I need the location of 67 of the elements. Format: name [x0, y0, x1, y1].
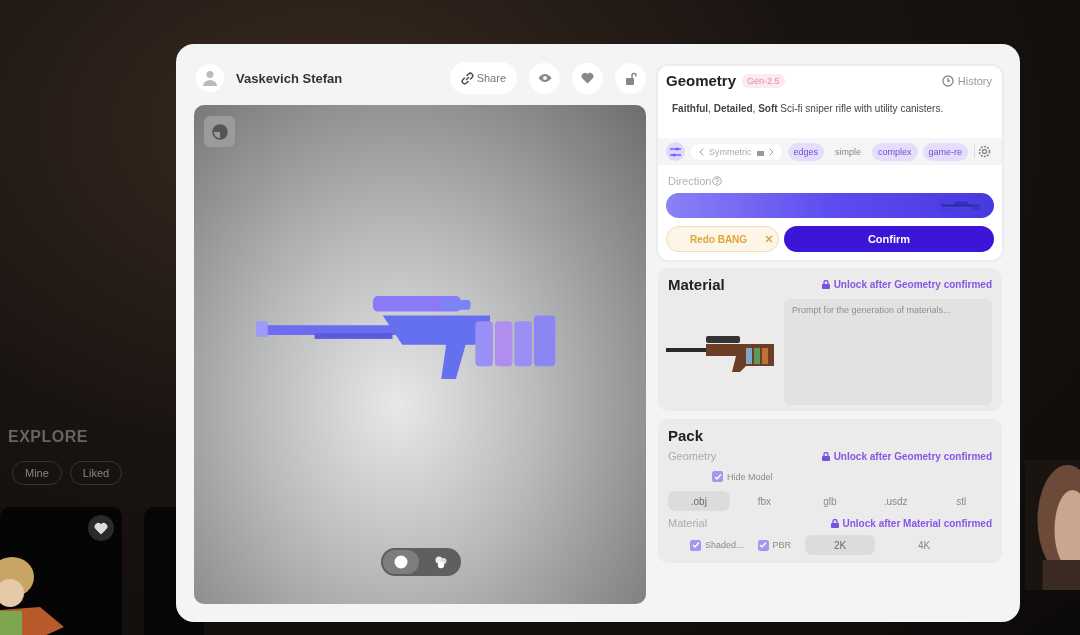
tag-chip[interactable]: edges [787, 142, 825, 161]
tag-chip[interactable]: simple [829, 142, 868, 161]
lock-icon [830, 518, 839, 528]
settings-button[interactable] [974, 145, 992, 158]
chevron-right-icon [768, 147, 774, 156]
view-button[interactable] [529, 62, 560, 94]
light-icon [394, 555, 408, 569]
heart-icon [94, 521, 108, 535]
lock-icon [821, 280, 830, 289]
section-title: Material [668, 276, 725, 293]
settings-icon [978, 145, 992, 158]
prompt-text[interactable]: Faithful, Detailed, Soft Sci-fi sniper rifle with utility canisters. [666, 89, 994, 136]
unlock-icon [624, 71, 637, 85]
field-label: Direction [668, 175, 712, 187]
history-button[interactable]: History [939, 74, 994, 87]
lock-button[interactable] [615, 62, 646, 94]
checkbox[interactable] [690, 539, 701, 551]
format-option[interactable]: fbx [733, 491, 796, 511]
like-button[interactable] [88, 515, 114, 541]
checkbox[interactable] [757, 539, 769, 551]
direction-bar[interactable] [666, 193, 994, 218]
section-title: Geometry [666, 72, 737, 89]
mode-toggle[interactable] [383, 550, 419, 574]
close-icon [765, 235, 774, 243]
heart-icon [581, 72, 594, 84]
option-label: PBR [772, 540, 792, 550]
filter-button[interactable] [666, 142, 685, 161]
help-icon [712, 176, 723, 186]
spheres-icon [434, 555, 448, 569]
half-circle-icon [211, 123, 228, 140]
avatar-icon [196, 64, 224, 92]
section-heading: EXPLORE [8, 428, 88, 446]
lock-notice: Unlock after Material confirmed [830, 517, 992, 529]
checkbox[interactable] [712, 471, 723, 482]
render-mode-button[interactable] [204, 116, 235, 147]
resolution-option[interactable]: 4K [889, 535, 960, 555]
checkbox-option[interactable]: Shaded... [690, 539, 744, 551]
tag-chip[interactable]: game-re [922, 142, 969, 161]
symmetry-selector[interactable]: Symmetric [691, 143, 782, 160]
field-label: Geometry [668, 450, 717, 462]
format-option[interactable]: glb [799, 491, 861, 511]
option-label: Shaded... [705, 540, 744, 550]
sliders-icon [670, 146, 681, 157]
lock-notice: Unlock after Geometry confirmed [821, 450, 992, 462]
format-option[interactable]: .usdz [864, 491, 927, 511]
eye-icon [537, 73, 552, 83]
clock-icon [941, 74, 954, 87]
lock-icon [821, 451, 830, 461]
link-icon [460, 71, 474, 85]
chevron-left-icon [699, 147, 704, 156]
model-card[interactable] [0, 507, 122, 635]
option-label: Hide Model [727, 471, 773, 482]
format-option[interactable]: .obj [668, 491, 730, 511]
author-name: Vaskevich Stefan [236, 70, 343, 86]
view-mode-switch[interactable] [381, 548, 461, 576]
section-title: Pack [668, 427, 705, 444]
tag-chip[interactable]: complex [872, 142, 918, 161]
version-badge: Gen-2.5 [742, 73, 785, 88]
field-label: Material [668, 517, 708, 529]
redo-button[interactable]: Redo BANG [666, 226, 779, 252]
lock-notice: Unlock after Geometry confirmed [821, 279, 992, 290]
checkbox-option[interactable]: PBR [757, 539, 792, 551]
resolution-option[interactable]: 2K [805, 535, 876, 555]
format-option[interactable]: stl [930, 491, 992, 511]
checkbox-option[interactable]: Hide Model [712, 471, 773, 482]
share-button[interactable]: Share [449, 62, 517, 94]
confirm-button[interactable]: Confirm [784, 226, 994, 252]
